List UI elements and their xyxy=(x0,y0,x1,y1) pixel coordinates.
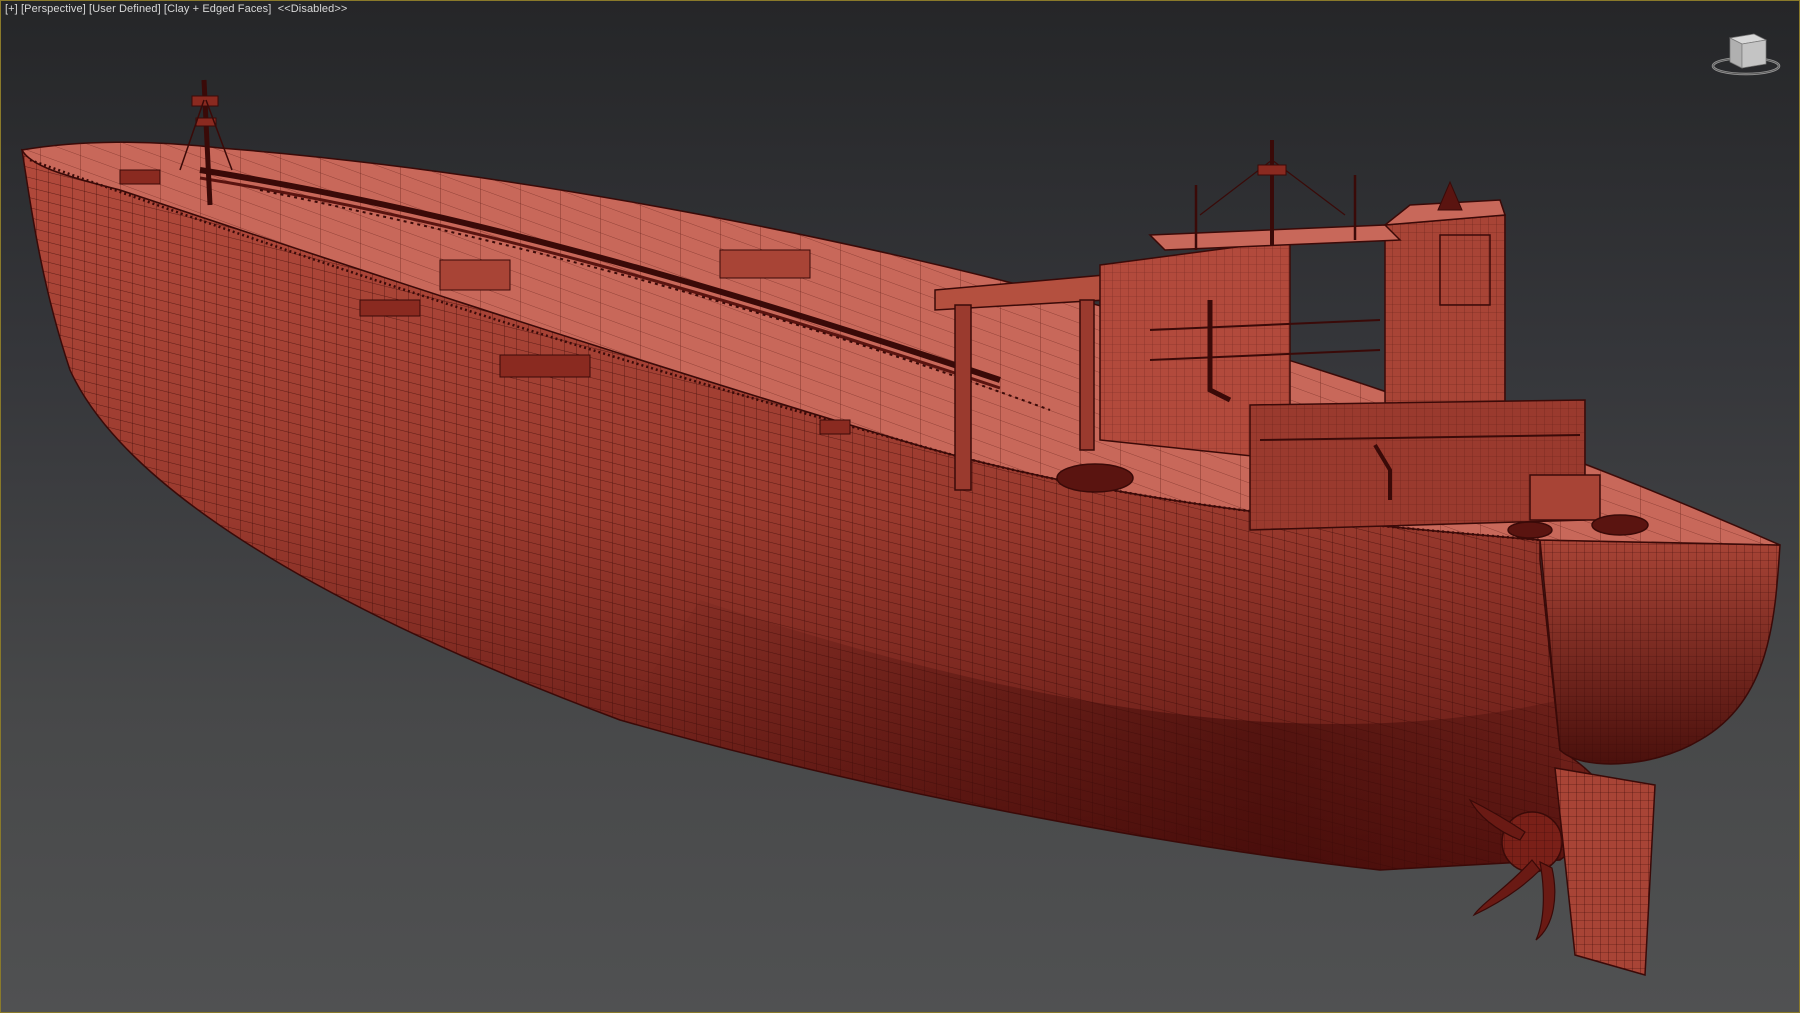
perspective-viewport[interactable]: [+] [Perspective] [User Defined] [Clay +… xyxy=(0,0,1800,1013)
ship-model[interactable] xyxy=(0,0,1800,1013)
stern xyxy=(1540,540,1780,764)
rudder xyxy=(1555,768,1655,975)
